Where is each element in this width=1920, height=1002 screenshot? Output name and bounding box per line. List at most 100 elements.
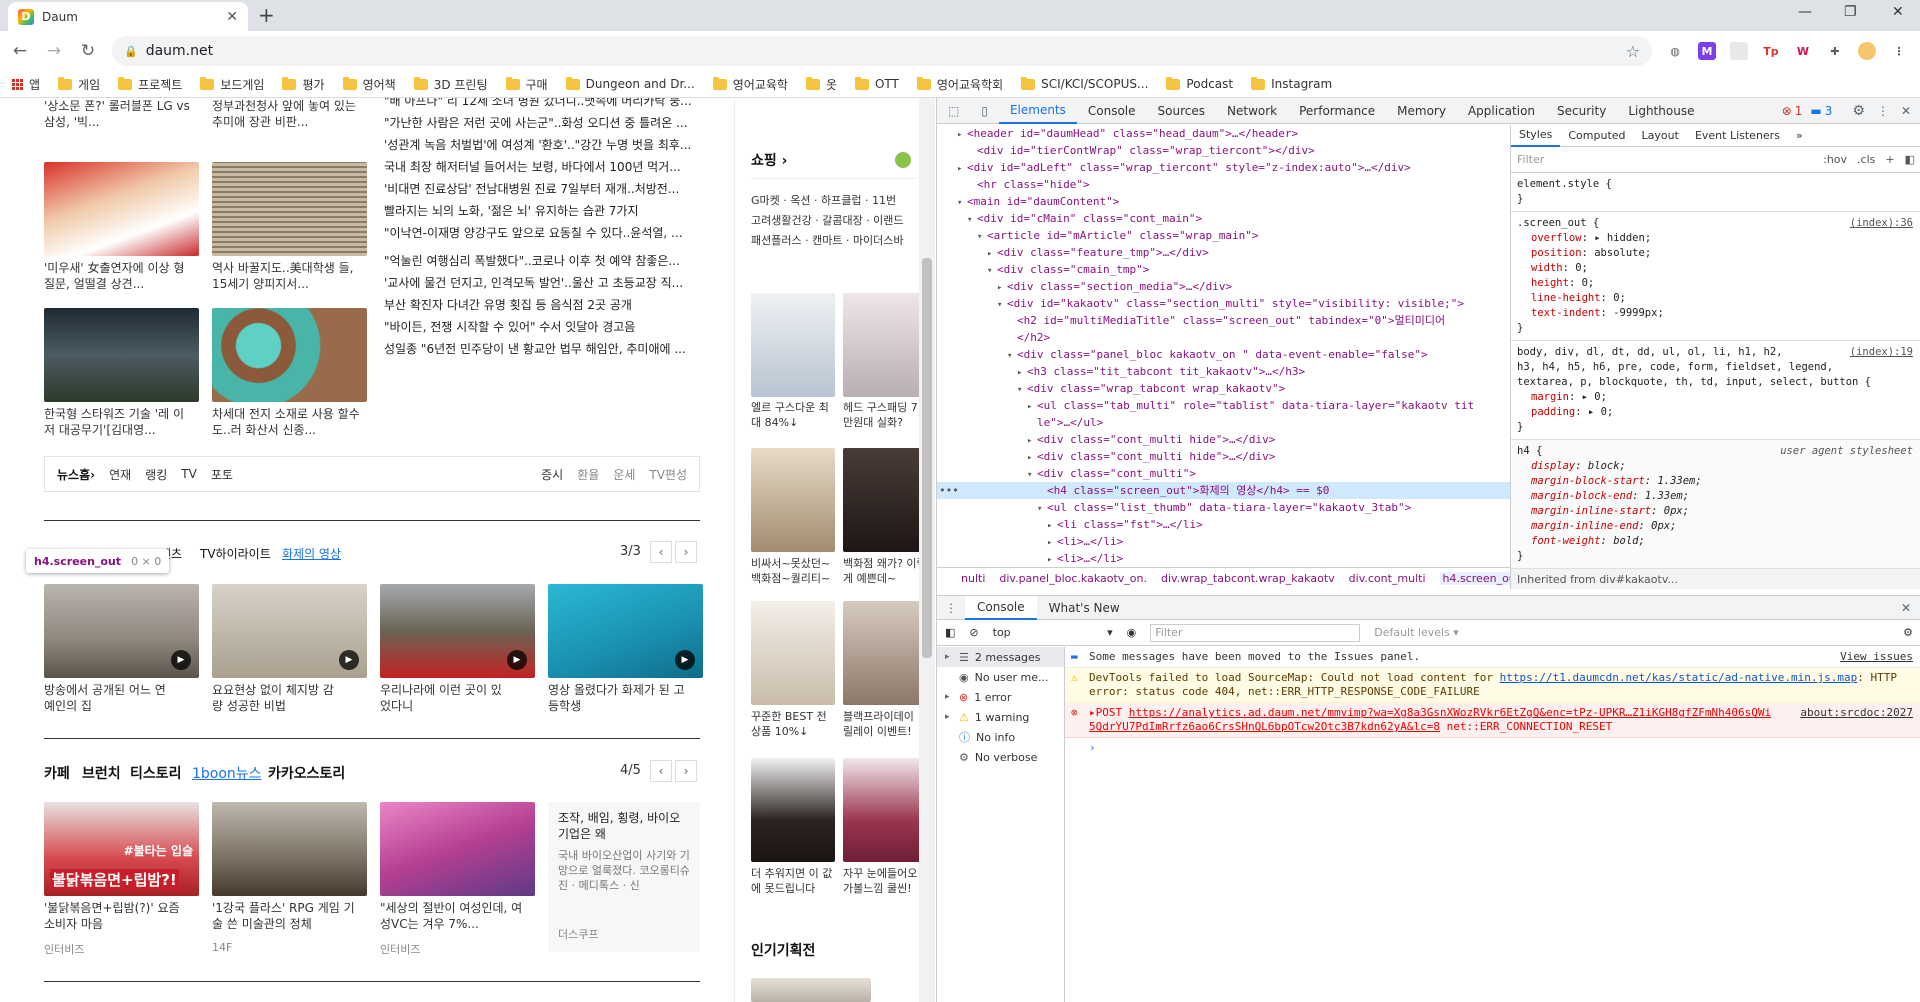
bookmark-folder[interactable]: 게임 <box>58 76 100 93</box>
news-tab-tvschedule[interactable]: TV편성 <box>649 466 687 483</box>
css-property[interactable]: line-height: 0; <box>1517 291 1915 306</box>
dom-node[interactable]: ▸ <div class="cont_multi hide">…</div> <box>937 448 1510 465</box>
headline-item[interactable]: "억눌린 여행심리 폭발했다"..코로나 이후 첫 예약 참좋은... <box>384 252 699 269</box>
cafe-thumb-2[interactable] <box>212 802 367 896</box>
message-link[interactable]: https://analytics.ad.daum.net/mmvimp?wa=… <box>1129 706 1771 719</box>
console-prompt[interactable]: › <box>1065 738 1920 757</box>
computed-sidebar-icon[interactable]: ◧ <box>1905 153 1915 166</box>
message-link[interactable]: https://t1.daumcdn.net/kas/static/ad-nat… <box>1500 671 1858 684</box>
message-icon[interactable]: ▬ <box>1810 104 1821 118</box>
dom-node[interactable]: ▾ <div id="cMain" class="cont_main"> <box>937 210 1510 227</box>
dom-node[interactable]: ▸ <div class="cont_multi hide">…</div> <box>937 431 1510 448</box>
breadcrumb-item[interactable]: div.wrap_tabcont.wrap_kakaotv <box>1161 572 1335 585</box>
sidebar-expand-icon[interactable]: ▸ <box>945 712 953 722</box>
shopping-text-3[interactable]: 패션플러스 · 캔마트 · 마이더스바 <box>751 232 904 248</box>
shop-caption-7[interactable]: 더 추워지면 이 값에 못드립니다 <box>751 866 835 896</box>
dom-node[interactable]: ▾ <div class="cmain_tmp"> <box>937 261 1510 278</box>
dom-node[interactable]: ▾ <ul class="list_thumb" data-tiara-layer… <box>937 499 1510 516</box>
rule-source-link[interactable]: (index):36 <box>1850 216 1913 231</box>
sidebar-expand-icon[interactable]: ▸ <box>945 652 953 662</box>
device-toolbar-icon[interactable]: ▯ <box>970 98 999 124</box>
console-settings-icon[interactable]: ⚙ <box>1903 626 1913 639</box>
styles-filter-input[interactable]: Filter <box>1517 153 1813 166</box>
dom-node[interactable]: ••• <h4 class="screen_out">화제의 영상</h4> ==… <box>937 482 1510 499</box>
styles-tab[interactable]: » <box>1788 125 1811 147</box>
console-message-err[interactable]: ⊗ ▸POST https://analytics.ad.daum.net/mmv… <box>1065 703 1920 738</box>
bookmark-folder[interactable]: 3D 프린팅 <box>413 76 488 93</box>
video-caption-1[interactable]: 방송에서 공개된 어느 연예인의 집 <box>44 682 174 714</box>
dom-node[interactable]: ▸ <ul class="tab_multi" role="tablist" da… <box>937 397 1510 414</box>
forward-icon[interactable]: → <box>44 41 64 61</box>
kakao-next-button[interactable]: › <box>675 541 697 563</box>
console-sidebar-item[interactable]: ▸ ⚠ 1 warning <box>937 707 1064 727</box>
css-property[interactable]: margin-block-end: 1.33em; <box>1517 489 1915 504</box>
kakao-tab-tv-highlight[interactable]: TV하이라이트 <box>200 545 271 562</box>
bookmark-folder[interactable]: 보드게임 <box>200 76 264 93</box>
devtools-tab-memory[interactable]: Memory <box>1386 98 1457 124</box>
cafe-caption-1[interactable]: '불닭볶음면+립밤(?)' 요즘 소비자 마음 <box>44 900 194 932</box>
shopping-text-1[interactable]: G마켓 · 옥션 · 하프클럽 · 11번 <box>751 192 896 208</box>
puzzle-extensions-icon[interactable]: ✚ <box>1826 42 1844 60</box>
popular-thumb[interactable] <box>751 978 871 1002</box>
message-count[interactable]: 3 <box>1825 104 1833 118</box>
rule-selector[interactable]: element.style { <box>1517 177 1915 192</box>
devtools-close-icon[interactable]: ✕ <box>1901 104 1911 118</box>
headline-item[interactable]: 부산 확진자 다녀간 유명 횟집 등 음식점 2곳 공개 <box>384 296 699 313</box>
dom-node[interactable]: ▸ <h3 class="tit_tabcont tit_kakaotv">…</… <box>937 363 1510 380</box>
headline-item[interactable]: "바이든, 전쟁 시작할 수 있어" 수서 잇달아 경고음 <box>384 318 699 335</box>
close-window-icon[interactable]: ✕ <box>1892 4 1904 20</box>
kakao-prev-button[interactable]: ‹ <box>650 541 672 563</box>
console-message-warn[interactable]: ⚠ DevTools failed to load SourceMap: Coul… <box>1065 668 1920 703</box>
news-caption-3[interactable]: '미우새' 女출연자에 이상 형 질문, 얼떨결 상견... <box>44 260 194 292</box>
dom-node[interactable]: ▸ <li>…</li> <box>937 533 1510 550</box>
1boon-tab[interactable]: 1boon뉴스 <box>192 763 262 783</box>
video-thumb-1[interactable]: ▶ <box>44 584 199 678</box>
video-caption-4[interactable]: 영상 올렸다가 화제가 된 고등학생 <box>548 682 688 714</box>
css-property[interactable]: text-indent: -9999px; <box>1517 306 1915 321</box>
console-sidebar-icon[interactable]: ◧ <box>945 626 955 639</box>
styles-tab[interactable]: Computed <box>1560 125 1633 147</box>
cafe-caption-3[interactable]: "세상의 절반이 여성인데, 여성VC는 겨우 7%... <box>380 900 530 932</box>
live-expression-eye-icon[interactable]: ◉ <box>1127 626 1137 639</box>
browser-tab[interactable]: D Daum ✕ <box>8 2 248 31</box>
shop-caption-6[interactable]: 블랙프라이데이 릴레이 이벤트! <box>843 709 927 739</box>
console-sidebar-item[interactable]: ◉ No user me... <box>937 667 1064 687</box>
news-tab-tv[interactable]: TV <box>181 467 197 481</box>
news-thumb-3[interactable] <box>44 162 199 256</box>
css-property[interactable]: margin: ▸ 0; <box>1517 390 1915 405</box>
hov-toggle[interactable]: :hov <box>1823 153 1847 166</box>
bookmark-folder[interactable]: Instagram <box>1251 76 1332 91</box>
rule-selector-line3[interactable]: textarea, p, blockquote, th, td, input, … <box>1517 375 1915 390</box>
breadcrumb-item[interactable]: div.panel_bloc.kakaotv_on. <box>999 572 1147 585</box>
reload-icon[interactable]: ↻ <box>78 41 98 61</box>
styles-tab[interactable]: Event Listeners <box>1687 125 1788 147</box>
video-thumb-2[interactable]: ▶ <box>212 584 367 678</box>
cls-toggle[interactable]: .cls <box>1857 153 1875 166</box>
dom-node[interactable]: ▸ <header id="daumHead" class="head_daum"… <box>937 125 1510 142</box>
bookmark-folder[interactable]: 영어교육학회 <box>916 76 1003 93</box>
devtools-tab-security[interactable]: Security <box>1546 98 1617 124</box>
shop-img-5[interactable] <box>751 601 835 705</box>
dom-node[interactable]: ▸ <div class="section_media">…</div> <box>937 278 1510 295</box>
news-tab-stock[interactable]: 증시 <box>541 466 563 483</box>
video-thumb-3[interactable]: ▶ <box>380 584 535 678</box>
shopping-text-2[interactable]: 고려생활건강 · 갈콤대장 · 이랜드 <box>751 212 904 228</box>
log-levels-select[interactable]: Default levels ▾ <box>1374 626 1459 639</box>
back-icon[interactable]: ← <box>10 41 30 61</box>
dom-node[interactable]: ▾ <main id="daumContent"> <box>937 193 1510 210</box>
video-caption-3[interactable]: 우리나라에 이런 곳이 있었다니 <box>380 682 510 714</box>
inspect-element-icon[interactable]: ⬚ <box>937 98 970 124</box>
css-property[interactable]: margin-inline-end: 0px; <box>1517 519 1915 534</box>
headline-item[interactable]: '비대면 진료상담' 전남대병원 진료 7일부터 재개..처방전... <box>384 180 699 197</box>
console-sidebar-item[interactable]: ▸ ☰ 2 messages <box>937 647 1064 667</box>
news-caption-5[interactable]: 한국형 스타워즈 기술 '레 이저 대공무기'[김대영... <box>44 406 194 438</box>
css-property[interactable]: position: absolute; <box>1517 246 1915 261</box>
restore-icon[interactable]: ❐ <box>1844 4 1857 20</box>
dom-node[interactable]: ▾ <div class="panel_bloc kakaotv_on " dat… <box>937 346 1510 363</box>
shop-img-8[interactable] <box>843 758 927 862</box>
drawer-tab-whats-new[interactable]: What's New <box>1037 596 1132 620</box>
news-caption-1[interactable]: '상소문 폰?' 롤러블폰 LG vs 삼성, '빅... <box>44 98 194 130</box>
news-thumb-4[interactable] <box>212 162 367 256</box>
console-sidebar-item[interactable]: ⚙ No verbose <box>937 747 1064 767</box>
console-message-info[interactable]: ▬ Some messages have been moved to the Is… <box>1065 647 1920 668</box>
